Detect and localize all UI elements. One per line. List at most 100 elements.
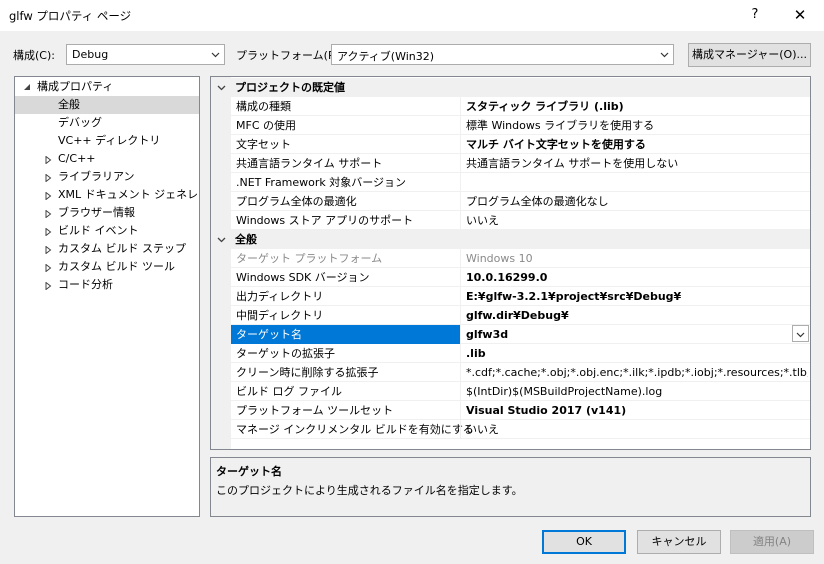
- property-name: プラットフォーム ツールセット: [236, 404, 394, 417]
- property-value: E:¥glfw-3.2.1¥project¥src¥Debug¥: [466, 290, 682, 303]
- tree-item-xml-doc-generator[interactable]: XML ドキュメント ジェネレーター: [58, 186, 199, 204]
- property-value: $(IntDir)$(MSBuildProjectName).log: [466, 385, 663, 398]
- property-name: 構成の種類: [236, 100, 291, 113]
- property-name: ターゲット名: [236, 328, 302, 341]
- close-button[interactable]: ✕: [782, 3, 818, 27]
- property-row-output-directory[interactable]: 出力ディレクトリ E:¥glfw-3.2.1¥project¥src¥Debug¥: [231, 287, 810, 306]
- collapsed-triangle-icon[interactable]: [44, 192, 52, 200]
- property-value: *.cdf;*.cache;*.obj;*.obj.enc;*.ilk;*.ip…: [466, 366, 808, 379]
- property-value: 10.0.16299.0: [466, 271, 548, 284]
- collapsed-triangle-icon[interactable]: [44, 246, 52, 254]
- property-tree[interactable]: 構成プロパティ 全般 デバッグ VC++ ディレクトリ C/C++ ライブラリア…: [14, 76, 200, 517]
- apply-button[interactable]: 適用(A): [730, 530, 814, 554]
- property-value: いいえ: [466, 214, 499, 227]
- property-row-windows-sdk-version[interactable]: Windows SDK バージョン 10.0.16299.0: [231, 268, 810, 287]
- property-grid[interactable]: プロジェクトの既定値 構成の種類 スタティック ライブラリ (.lib) MFC …: [210, 76, 811, 450]
- tree-item-custom-build-tool[interactable]: カスタム ビルド ツール: [58, 258, 175, 276]
- platform-select-value: アクティブ(Win32): [337, 50, 435, 63]
- category-name: プロジェクトの既定値: [235, 81, 345, 94]
- property-name: ターゲット プラットフォーム: [236, 252, 383, 265]
- tree-root-config-properties[interactable]: 構成プロパティ: [37, 78, 113, 96]
- property-row-clr-support[interactable]: 共通言語ランタイム サポート 共通言語ランタイム サポートを使用しない: [231, 154, 810, 173]
- property-row-target-extension[interactable]: ターゲットの拡張子 .lib: [231, 344, 810, 363]
- property-name: プログラム全体の最適化: [236, 195, 357, 208]
- tree-item-build-events[interactable]: ビルド イベント: [58, 222, 139, 240]
- property-name: 文字セット: [236, 138, 291, 151]
- property-value: マルチ バイト文字セットを使用する: [466, 138, 646, 151]
- property-name: ビルド ログ ファイル: [236, 385, 342, 398]
- grid-left-margin: [211, 77, 231, 449]
- property-value: スタティック ライブラリ (.lib): [466, 100, 624, 113]
- property-name: クリーン時に削除する拡張子: [236, 366, 379, 379]
- collapsed-triangle-icon[interactable]: [44, 264, 52, 272]
- config-select-value: Debug: [72, 48, 109, 61]
- property-row-configuration-type[interactable]: 構成の種類 スタティック ライブラリ (.lib): [231, 97, 810, 116]
- property-name: 中間ディレクトリ: [236, 309, 324, 322]
- property-row-target-name[interactable]: ターゲット名 glfw3d: [231, 325, 810, 344]
- chevron-down-icon: [211, 52, 220, 58]
- property-row-target-platform[interactable]: ターゲット プラットフォーム Windows 10: [231, 249, 810, 268]
- property-row-platform-toolset[interactable]: プラットフォーム ツールセット Visual Studio 2017 (v141): [231, 401, 810, 420]
- property-name: マネージ インクリメンタル ビルドを有効にする: [236, 423, 474, 436]
- tree-item-debugging[interactable]: デバッグ: [58, 114, 102, 132]
- expanded-triangle-icon[interactable]: [23, 83, 31, 91]
- tree-item-code-analysis[interactable]: コード分析: [58, 276, 113, 294]
- window-title: glfw プロパティ ページ: [9, 9, 132, 23]
- property-value: .lib: [466, 347, 486, 360]
- help-button[interactable]: ?: [738, 3, 772, 27]
- property-name: MFC の使用: [236, 119, 296, 132]
- property-value: Windows 10: [466, 252, 533, 265]
- tree-item-general[interactable]: 全般: [15, 96, 199, 114]
- cancel-button[interactable]: キャンセル: [637, 530, 721, 554]
- collapsed-triangle-icon[interactable]: [44, 282, 52, 290]
- property-row-build-log-file[interactable]: ビルド ログ ファイル $(IntDir)$(MSBuildProjectName…: [231, 382, 810, 401]
- tree-item-browse-info[interactable]: ブラウザー情報: [58, 204, 135, 222]
- config-manager-button[interactable]: 構成マネージャー(O)...: [688, 43, 811, 67]
- tree-item-vc-directories[interactable]: VC++ ディレクトリ: [58, 132, 160, 150]
- property-value: 共通言語ランタイム サポートを使用しない: [466, 157, 679, 170]
- property-row-use-of-mfc[interactable]: MFC の使用 標準 Windows ライブラリを使用する: [231, 116, 810, 135]
- value-dropdown-button[interactable]: [792, 325, 809, 342]
- property-row-net-framework-version[interactable]: .NET Framework 対象バージョン: [231, 173, 810, 192]
- chevron-down-icon[interactable]: [217, 235, 226, 244]
- collapsed-triangle-icon[interactable]: [44, 228, 52, 236]
- property-name: Windows ストア アプリのサポート: [236, 214, 414, 227]
- property-name: Windows SDK バージョン: [236, 271, 370, 284]
- chevron-down-icon: [796, 332, 805, 338]
- config-select[interactable]: Debug: [66, 44, 225, 65]
- property-name: ターゲットの拡張子: [236, 347, 335, 360]
- description-title: ターゲット名: [216, 465, 282, 478]
- platform-select[interactable]: アクティブ(Win32): [331, 44, 674, 65]
- collapsed-triangle-icon[interactable]: [44, 174, 52, 182]
- property-row-managed-incremental-build[interactable]: マネージ インクリメンタル ビルドを有効にする いいえ: [231, 420, 810, 439]
- category-project-defaults[interactable]: プロジェクトの既定値: [211, 78, 810, 97]
- property-value: 標準 Windows ライブラリを使用する: [466, 119, 655, 132]
- property-value: glfw.dir¥Debug¥: [466, 309, 569, 322]
- property-row-extensions-to-delete[interactable]: クリーン時に削除する拡張子 *.cdf;*.cache;*.obj;*.obj.e…: [231, 363, 810, 382]
- chevron-down-icon[interactable]: [217, 83, 226, 92]
- property-row-windows-store-app-support[interactable]: Windows ストア アプリのサポート いいえ: [231, 211, 810, 230]
- property-name: 共通言語ランタイム サポート: [236, 157, 383, 170]
- target-name-input[interactable]: glfw3d: [466, 325, 786, 344]
- property-row-intermediate-directory[interactable]: 中間ディレクトリ glfw.dir¥Debug¥: [231, 306, 810, 325]
- tree-item-custom-build-step[interactable]: カスタム ビルド ステップ: [58, 240, 186, 258]
- property-name: .NET Framework 対象バージョン: [236, 176, 407, 189]
- property-name: 出力ディレクトリ: [236, 290, 324, 303]
- chevron-down-icon: [660, 52, 669, 58]
- collapsed-triangle-icon[interactable]: [44, 156, 52, 164]
- property-value: いいえ: [466, 423, 499, 436]
- ok-button[interactable]: OK: [542, 530, 626, 554]
- description-panel: ターゲット名 このプロジェクトにより生成されるファイル名を指定します。: [210, 457, 811, 517]
- category-name: 全般: [235, 233, 257, 246]
- category-general[interactable]: 全般: [211, 230, 810, 249]
- property-row-whole-program-optimization[interactable]: プログラム全体の最適化 プログラム全体の最適化なし: [231, 192, 810, 211]
- tree-item-label: 全般: [58, 98, 80, 111]
- tree-item-cpp[interactable]: C/C++: [58, 150, 96, 168]
- tree-item-librarian[interactable]: ライブラリアン: [58, 168, 135, 186]
- collapsed-triangle-icon[interactable]: [44, 210, 52, 218]
- property-value: Visual Studio 2017 (v141): [466, 404, 627, 417]
- description-text: このプロジェクトにより生成されるファイル名を指定します。: [216, 484, 523, 497]
- property-row-character-set[interactable]: 文字セット マルチ バイト文字セットを使用する: [231, 135, 810, 154]
- property-value: プログラム全体の最適化なし: [466, 195, 609, 208]
- config-label: 構成(C):: [13, 49, 55, 62]
